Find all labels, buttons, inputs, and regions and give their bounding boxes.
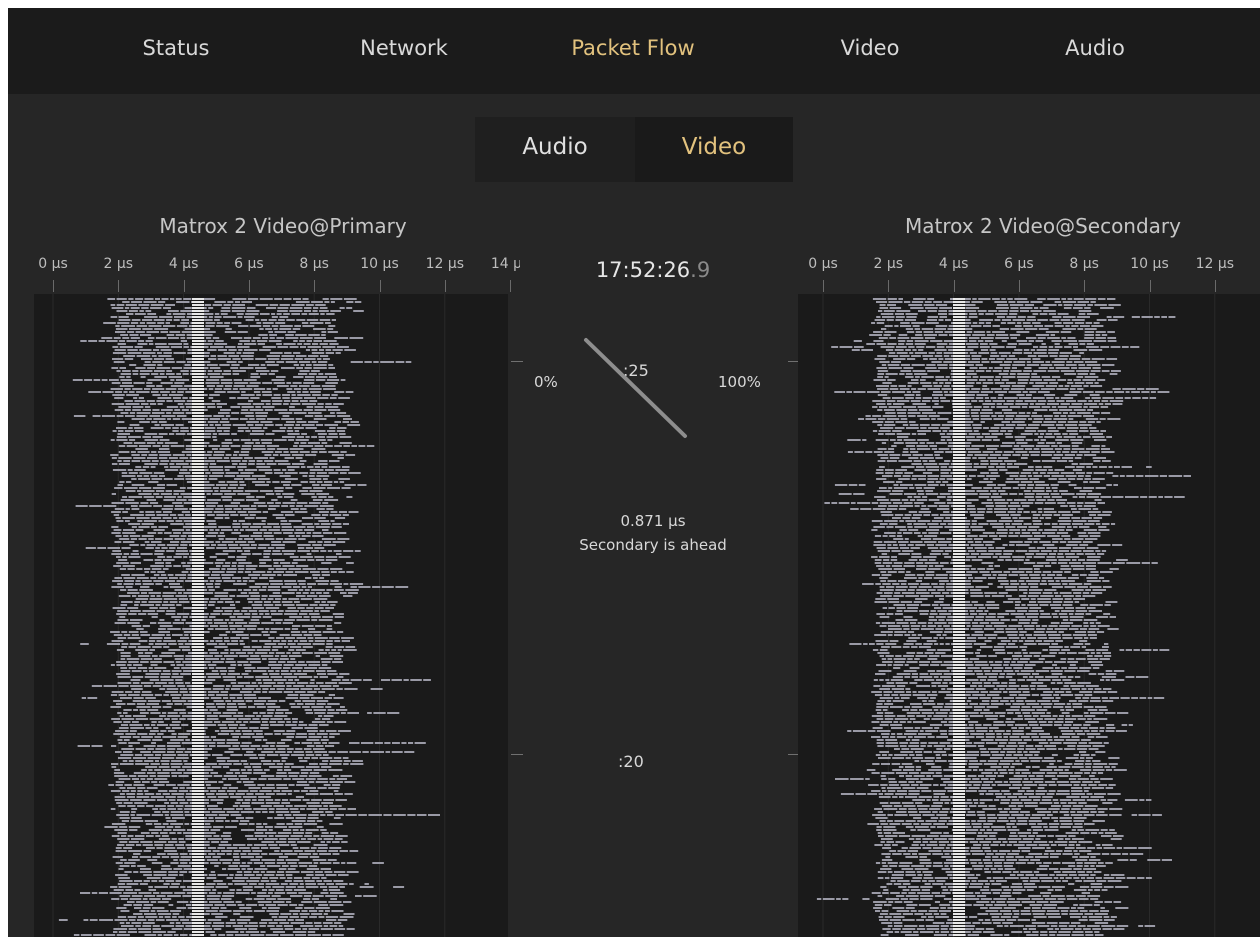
primary-tick-mark [314,280,316,292]
left-marker-tick-lower [511,754,523,755]
primary-tick-mark [444,280,446,292]
secondary-tick-label: 2 µs [873,256,904,272]
primary-tick-mark [53,280,54,292]
secondary-tick-label: 8 µs [1069,256,1099,272]
tab-audio[interactable]: Audio [1065,36,1125,60]
subtab-video[interactable]: Video [635,117,793,182]
primary-tick-mark [379,280,381,292]
app-window: Status Network Packet Flow Video Audio A… [8,8,1260,937]
time-marker-20: :20 [618,752,644,771]
primary-tick-label: 12 µs [425,256,465,272]
primary-tick-mark [183,280,185,292]
offset-note: Secondary is ahead [579,536,727,554]
secondary-tick-label: 4 µs [938,256,969,272]
tab-network[interactable]: Network [360,36,448,60]
secondary-tick-mark [1214,280,1216,292]
primary-tick-label: 0 µs [38,256,68,272]
secondary-tick-mark [888,280,890,292]
tab-status[interactable]: Status [143,36,210,60]
secondary-tick-label: 6 µs [1004,256,1034,272]
top-navigation: Status Network Packet Flow Video Audio [8,8,1260,94]
primary-packet-raster [52,294,446,937]
secondary-tick-label: 10 µs [1130,256,1169,272]
secondary-tick-mark [823,280,824,292]
stream-type-switch: Audio Video [475,117,793,182]
primary-tick-label: 8 µs [299,256,329,272]
sync-comparison: 17:52:26.9 0% 100% :25 0.871 µs Secondar… [508,258,800,937]
subtab-audio[interactable]: Audio [475,117,635,182]
skew-indicator-line [584,338,687,438]
primary-packet-plot [34,294,508,937]
tab-video[interactable]: Video [841,36,900,60]
primary-time-axis: 0 µs2 µs4 µs6 µs8 µs10 µs12 µs14 µs [35,256,520,296]
secondary-panel-title: Matrox 2 Video@Secondary [905,214,1181,238]
secondary-time-axis: 0 µs 2 µs 4 µs 6 µs 8 µs 10 µs 12 µs [803,256,1260,296]
tab-packet-flow[interactable]: Packet Flow [571,36,694,60]
secondary-packet-raster [816,294,1216,937]
secondary-tick-label: 12 µs [1195,256,1235,272]
secondary-tick-mark [1084,280,1086,292]
secondary-tick-mark [1149,280,1151,292]
primary-tick-label: 10 µs [360,256,399,272]
secondary-packet-plot [798,294,1260,937]
primary-tick-mark [248,280,250,292]
primary-tick-label: 4 µs [168,256,199,272]
primary-tick-label: 2 µs [103,256,134,272]
secondary-tick-mark [953,280,955,292]
primary-tick-mark [118,280,120,292]
offset-value: 0.871 µs [620,512,686,530]
secondary-tick-mark [1018,280,1020,292]
primary-panel-title: Matrox 2 Video@Primary [159,214,407,238]
secondary-tick-label: 0 µs [808,256,838,272]
primary-tick-label: 6 µs [234,256,264,272]
